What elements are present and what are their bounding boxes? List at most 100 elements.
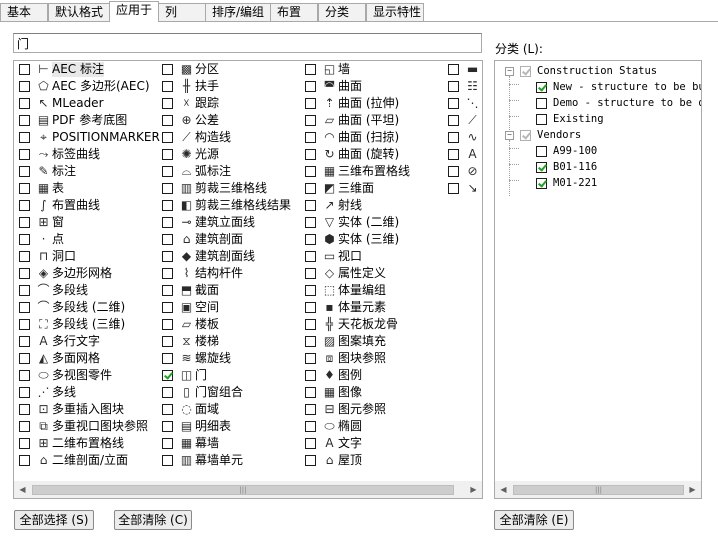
tree-horizontal-scrollbar[interactable]: ◀ ||| ▶ bbox=[495, 481, 701, 498]
scroll-right-arrow-icon[interactable]: ▶ bbox=[465, 482, 482, 498]
item-checkbox[interactable] bbox=[162, 319, 173, 330]
item-checkbox[interactable] bbox=[305, 285, 316, 296]
item-checkbox[interactable] bbox=[162, 387, 173, 398]
item-checkbox[interactable] bbox=[305, 251, 316, 262]
item-checkbox[interactable] bbox=[305, 81, 316, 92]
scroll-left-arrow-icon[interactable]: ◀ bbox=[14, 482, 31, 498]
item-checkbox[interactable] bbox=[305, 302, 316, 313]
tree-node[interactable]: − Vendors bbox=[495, 127, 701, 143]
tree-checkbox[interactable] bbox=[520, 130, 531, 141]
scroll-left-arrow-icon[interactable]: ◀ bbox=[495, 482, 512, 498]
select-all-button[interactable]: 全部选择 (S) bbox=[14, 510, 94, 530]
list-horizontal-scrollbar[interactable]: ◀ ||| ▶ bbox=[14, 481, 482, 498]
item-checkbox[interactable] bbox=[19, 81, 30, 92]
item-checkbox[interactable] bbox=[448, 81, 459, 92]
item-checkbox[interactable] bbox=[162, 285, 173, 296]
clear-all-button[interactable]: 全部清除 (C) bbox=[114, 510, 192, 530]
item-checkbox[interactable] bbox=[305, 200, 316, 211]
item-checkbox[interactable] bbox=[448, 64, 459, 75]
item-checkbox[interactable] bbox=[162, 200, 173, 211]
clear-all-category-button[interactable]: 全部清除 (E) bbox=[494, 510, 574, 530]
item-checkbox[interactable] bbox=[19, 404, 30, 415]
item-checkbox[interactable] bbox=[19, 64, 30, 75]
tree-node[interactable]: Existing bbox=[495, 111, 701, 127]
item-checkbox[interactable] bbox=[19, 438, 30, 449]
item-checkbox[interactable] bbox=[19, 455, 30, 466]
tree-node[interactable]: New - structure to be bu bbox=[495, 79, 701, 95]
tree-node[interactable]: B01-116 bbox=[495, 159, 701, 175]
item-checkbox[interactable] bbox=[305, 353, 316, 364]
item-checkbox[interactable] bbox=[448, 132, 459, 143]
tree-node[interactable]: Demo - structure to be d bbox=[495, 95, 701, 111]
item-checkbox[interactable] bbox=[305, 98, 316, 109]
tree-checkbox[interactable] bbox=[536, 146, 547, 157]
item-checkbox[interactable] bbox=[162, 115, 173, 126]
item-checkbox[interactable] bbox=[305, 132, 316, 143]
tab-apply-to[interactable]: 应用于 bbox=[109, 1, 159, 22]
item-checkbox[interactable] bbox=[162, 336, 173, 347]
item-checkbox[interactable] bbox=[305, 370, 316, 381]
object-type-list[interactable]: ⊢ AEC 标注 ⬠ AEC 多边形(AEC) ↖ MLeader ▤ PDF 参考底图 ⌖ PO… bbox=[13, 60, 483, 499]
item-checkbox[interactable] bbox=[305, 319, 316, 330]
item-checkbox[interactable] bbox=[162, 370, 173, 381]
item-checkbox[interactable] bbox=[448, 115, 459, 126]
item-checkbox[interactable] bbox=[162, 455, 173, 466]
item-checkbox[interactable] bbox=[305, 166, 316, 177]
tree-node[interactable]: A99-100 bbox=[495, 143, 701, 159]
item-checkbox[interactable] bbox=[19, 285, 30, 296]
tree-checkbox[interactable] bbox=[536, 114, 547, 125]
item-checkbox[interactable] bbox=[162, 234, 173, 245]
item-checkbox[interactable] bbox=[162, 98, 173, 109]
item-checkbox[interactable] bbox=[305, 455, 316, 466]
item-checkbox[interactable] bbox=[305, 183, 316, 194]
item-checkbox[interactable] bbox=[305, 336, 316, 347]
scroll-thumb[interactable]: ||| bbox=[32, 485, 454, 495]
tab-sort-group[interactable]: 排序/编组 bbox=[205, 3, 271, 21]
scroll-thumb[interactable]: ||| bbox=[513, 485, 684, 495]
tree-checkbox[interactable] bbox=[520, 66, 531, 77]
item-checkbox[interactable] bbox=[19, 149, 30, 160]
tab-layout[interactable]: 布置 bbox=[270, 3, 318, 21]
item-checkbox[interactable] bbox=[448, 183, 459, 194]
item-checkbox[interactable] bbox=[19, 370, 30, 381]
item-checkbox[interactable] bbox=[19, 217, 30, 228]
item-checkbox[interactable] bbox=[305, 404, 316, 415]
item-checkbox[interactable] bbox=[162, 64, 173, 75]
item-checkbox[interactable] bbox=[162, 132, 173, 143]
item-checkbox[interactable] bbox=[162, 81, 173, 92]
item-checkbox[interactable] bbox=[19, 319, 30, 330]
item-checkbox[interactable] bbox=[19, 234, 30, 245]
collapse-toggle-icon[interactable]: − bbox=[505, 67, 514, 76]
item-checkbox[interactable] bbox=[448, 166, 459, 177]
item-checkbox[interactable] bbox=[19, 166, 30, 177]
item-checkbox[interactable] bbox=[305, 149, 316, 160]
tree-checkbox[interactable] bbox=[536, 82, 547, 93]
item-checkbox[interactable] bbox=[162, 302, 173, 313]
item-checkbox[interactable] bbox=[19, 268, 30, 279]
item-checkbox[interactable] bbox=[305, 115, 316, 126]
item-checkbox[interactable] bbox=[19, 421, 30, 432]
item-checkbox[interactable] bbox=[19, 353, 30, 364]
item-checkbox[interactable] bbox=[162, 183, 173, 194]
tree-checkbox[interactable] bbox=[536, 98, 547, 109]
item-checkbox[interactable] bbox=[19, 183, 30, 194]
item-checkbox[interactable] bbox=[305, 421, 316, 432]
item-checkbox[interactable] bbox=[162, 149, 173, 160]
item-checkbox[interactable] bbox=[162, 217, 173, 228]
tree-checkbox[interactable] bbox=[536, 162, 547, 173]
item-checkbox[interactable] bbox=[162, 353, 173, 364]
item-checkbox[interactable] bbox=[305, 64, 316, 75]
item-checkbox[interactable] bbox=[19, 251, 30, 262]
item-checkbox[interactable] bbox=[19, 387, 30, 398]
item-checkbox[interactable] bbox=[19, 200, 30, 211]
tab-display-properties[interactable]: 显示特性 bbox=[366, 3, 424, 21]
item-checkbox[interactable] bbox=[448, 149, 459, 160]
item-checkbox[interactable] bbox=[19, 302, 30, 313]
item-checkbox[interactable] bbox=[305, 217, 316, 228]
item-checkbox[interactable] bbox=[448, 98, 459, 109]
item-checkbox[interactable] bbox=[19, 336, 30, 347]
item-checkbox[interactable] bbox=[305, 387, 316, 398]
item-checkbox[interactable] bbox=[305, 438, 316, 449]
item-checkbox[interactable] bbox=[19, 132, 30, 143]
scroll-right-arrow-icon[interactable]: ▶ bbox=[684, 482, 701, 498]
